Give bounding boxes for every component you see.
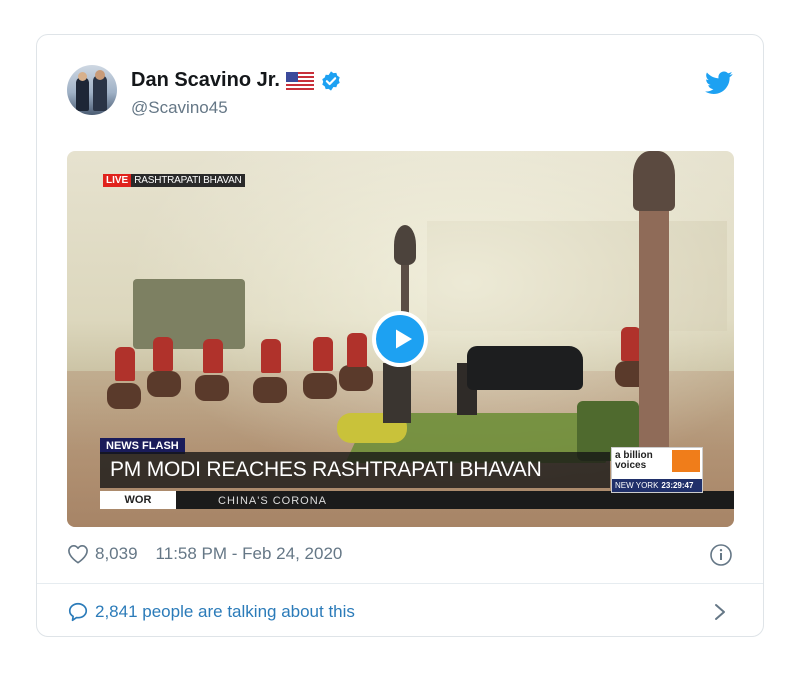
ticker-logo: WOR <box>100 491 176 509</box>
chevron-right-icon <box>715 604 725 620</box>
ticker-text: CHINA'S CORONA <box>218 495 327 507</box>
avatar[interactable] <box>67 65 117 115</box>
author-handle[interactable]: @Scavino45 <box>131 98 228 118</box>
news-headline: PM MODI REACHES RASHTRAPATI BHAVAN <box>100 452 610 488</box>
brand-clock: NEW YORK 23:29:47 <box>612 479 702 492</box>
location-label: RASHTRAPATI BHAVAN <box>131 173 245 187</box>
reply-bubble-icon <box>68 602 88 622</box>
like-count[interactable]: 8,039 <box>95 544 138 564</box>
divider <box>37 583 763 584</box>
brand-city: NEW YORK <box>615 481 659 490</box>
video-player[interactable]: LIVE RASHTRAPATI BHAVAN NEWS FLASH PM MO… <box>67 151 734 527</box>
us-flag-icon <box>285 71 314 90</box>
name-row: Dan Scavino Jr. <box>131 69 342 92</box>
live-tag: LIVE RASHTRAPATI BHAVAN <box>103 173 245 187</box>
heart-icon[interactable] <box>67 544 89 564</box>
brand-line2: voices <box>615 460 647 471</box>
play-icon <box>396 329 412 349</box>
tweet-card: Dan Scavino Jr. @Scavino45 LIVE RASHTRAP… <box>36 34 764 637</box>
channel-logo: a billion voices NEW YORK 23:29:47 <box>611 447 703 493</box>
brand-time: 23:29:47 <box>661 481 694 490</box>
brand-badge-icon <box>672 450 700 472</box>
info-icon[interactable] <box>709 543 733 567</box>
news-ticker: WOR CHINA'S CORONA <box>100 491 734 509</box>
talking-text: 2,841 people are talking about this <box>95 602 355 621</box>
tweet-header: Dan Scavino Jr. @Scavino45 <box>67 65 733 119</box>
tweet-timestamp[interactable]: 11:58 PM - Feb 24, 2020 <box>156 544 343 564</box>
author-name[interactable]: Dan Scavino Jr. <box>131 69 280 92</box>
play-button[interactable] <box>372 311 428 367</box>
conversation-link[interactable]: 2,841 people are talking about this <box>67 597 733 627</box>
twitter-bird-icon[interactable] <box>705 71 733 95</box>
live-label: LIVE <box>103 173 132 187</box>
verified-badge-icon <box>322 70 340 91</box>
tweet-meta: 8,039 11:58 PM - Feb 24, 2020 <box>67 541 342 567</box>
